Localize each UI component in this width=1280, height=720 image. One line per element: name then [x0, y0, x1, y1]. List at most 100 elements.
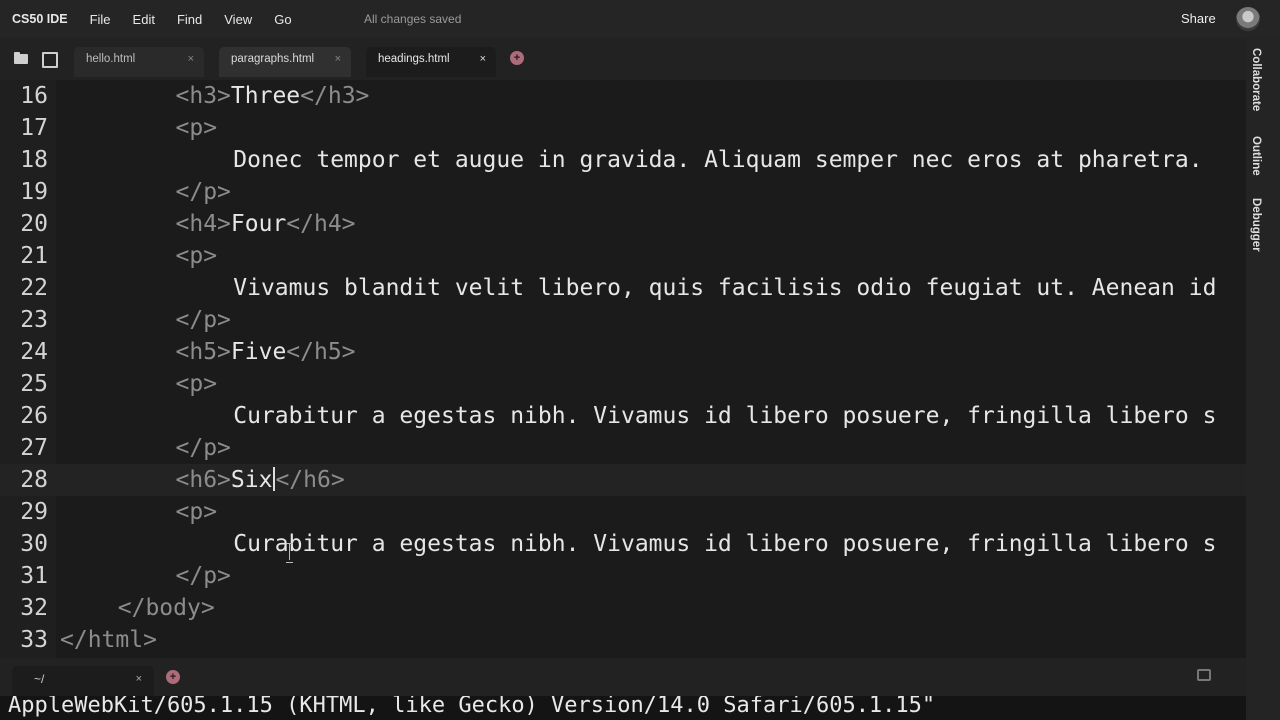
code-line[interactable]: 25 <p>: [0, 368, 1246, 400]
html-tag: <h6>: [175, 467, 231, 493]
code-content: Vivamus blandit velit libero, quis facil…: [233, 272, 1216, 304]
code-text: Four: [230, 211, 287, 237]
line-number: 24: [20, 339, 48, 365]
tab-outline[interactable]: Outline: [1250, 136, 1262, 176]
code-line[interactable]: 33 </html>: [0, 624, 1246, 656]
code-content: <h6>Six </h6>: [176, 464, 345, 496]
code-line[interactable]: 31 </p>: [0, 560, 1246, 592]
code-line[interactable]: 24 <h5>Five</h5>: [0, 336, 1246, 368]
html-tag: </h3>: [300, 83, 370, 109]
menu-go[interactable]: Go: [274, 12, 291, 27]
html-tag: </h5>: [286, 339, 356, 365]
terminal-text: AppleWebKit/605.1.15 (KHTML, like Gecko)…: [8, 696, 936, 718]
code-line[interactable]: 22 Vivamus blandit velit libero, quis fac…: [0, 272, 1246, 304]
line-number: 29: [20, 499, 48, 525]
code-text: Six: [230, 467, 273, 493]
code-line[interactable]: 19 </p>: [0, 176, 1246, 208]
code-content: Curabitur a egestas nibh. Vivamus id lib…: [233, 400, 1216, 432]
share-button[interactable]: Share: [1181, 11, 1216, 26]
html-tag: </p>: [175, 179, 231, 205]
html-tag: </html>: [60, 627, 157, 653]
code-line[interactable]: 30 Curabitur a egestas nibh. Vivamus id l…: [0, 528, 1246, 560]
code-content: </p>: [176, 176, 231, 208]
tab-collaborate[interactable]: Collaborate: [1250, 48, 1262, 111]
terminal-tab[interactable]: ~/ ×: [12, 666, 154, 696]
code-editor[interactable]: 16 <h3>Three</h3> 17 <p> 18 Donec tempor et a…: [0, 80, 1246, 658]
line-number: 19: [20, 179, 48, 205]
code-content: </p>: [176, 432, 231, 464]
line-number: 25: [20, 371, 48, 397]
editor-tab-bar: hello.html × paragraphs.html × headings.…: [0, 38, 1246, 80]
html-tag: </p>: [175, 563, 231, 589]
new-terminal-plus-icon[interactable]: +: [166, 670, 180, 684]
code-content: <p>: [176, 112, 218, 144]
terminal-tab-bar: ~/ ×: [0, 658, 1246, 696]
folder-icon[interactable]: [14, 52, 28, 64]
line-number: 17: [20, 115, 48, 141]
text-cursor-icon: [285, 543, 294, 563]
html-tag: <h3>: [175, 83, 231, 109]
menu-file[interactable]: File: [90, 12, 111, 27]
line-number: 31: [20, 563, 48, 589]
html-tag: </h6>: [275, 467, 345, 493]
tab-label: headings.html: [378, 53, 450, 65]
code-line[interactable]: 27 </p>: [0, 432, 1246, 464]
close-icon[interactable]: ×: [188, 47, 194, 71]
save-status: All changes saved: [364, 12, 462, 26]
line-number: 16: [20, 83, 48, 109]
code-line[interactable]: 29 <p>: [0, 496, 1246, 528]
code-line[interactable]: 17 <p>: [0, 112, 1246, 144]
html-tag: </body>: [117, 595, 215, 621]
html-tag: </h4>: [286, 211, 356, 237]
side-panel: Collaborate Outline Debugger: [1246, 38, 1280, 720]
code-content: </body>: [118, 592, 215, 624]
gear-icon[interactable]: [1197, 669, 1211, 681]
code-text: Vivamus blandit velit libero, quis facil…: [233, 275, 1217, 301]
tab-label: paragraphs.html: [231, 53, 315, 65]
code-line[interactable]: 20 <h4>Four</h4>: [0, 208, 1246, 240]
line-number: 27: [20, 435, 48, 461]
code-line[interactable]: 18 Donec tempor et augue in gravida. Aliq…: [0, 144, 1246, 176]
code-content: <p>: [176, 368, 218, 400]
files-icon[interactable]: [42, 52, 58, 68]
terminal-output[interactable]: AppleWebKit/605.1.15 (KHTML, like Gecko)…: [0, 696, 1246, 720]
new-tab-plus-icon[interactable]: +: [510, 51, 524, 65]
code-text: Five: [230, 339, 287, 365]
code-content: Donec tempor et augue in gravida. Aliqua…: [233, 144, 1216, 176]
close-icon[interactable]: ×: [335, 47, 341, 71]
code-text: Three: [230, 83, 301, 109]
line-number: 30: [20, 531, 48, 557]
code-line[interactable]: 28 <h6>Six </h6>: [0, 464, 1246, 496]
code-content: </p>: [176, 560, 231, 592]
code-content: <h4>Four</h4>: [176, 208, 356, 240]
close-icon[interactable]: ×: [136, 666, 142, 692]
tab-label: hello.html: [86, 53, 136, 65]
code-text: Curabitur a egestas nibh. Vivamus id lib…: [233, 403, 1217, 429]
html-tag: </p>: [175, 307, 231, 333]
html-tag: <p>: [175, 499, 218, 525]
line-number: 22: [20, 275, 48, 301]
code-line[interactable]: 21 <p>: [0, 240, 1246, 272]
html-tag: <h5>: [175, 339, 231, 365]
code-text: Curabitur a egestas nibh. Vivamus id lib…: [233, 531, 1217, 557]
tab-hello-html[interactable]: hello.html ×: [74, 47, 204, 77]
html-tag: <h4>: [175, 211, 231, 237]
code-line[interactable]: 16 <h3>Three</h3>: [0, 80, 1246, 112]
code-line[interactable]: 26 Curabitur a egestas nibh. Vivamus id l…: [0, 400, 1246, 432]
menu-find[interactable]: Find: [177, 12, 202, 27]
app-brand[interactable]: CS50 IDE: [12, 12, 68, 26]
code-content: <p>: [176, 240, 218, 272]
menu-view[interactable]: View: [224, 12, 252, 27]
tab-headings-html[interactable]: headings.html ×: [366, 47, 496, 77]
tab-paragraphs-html[interactable]: paragraphs.html ×: [219, 47, 351, 77]
avatar[interactable]: [1236, 7, 1260, 31]
tab-debugger[interactable]: Debugger: [1250, 198, 1262, 252]
line-number: 18: [20, 147, 48, 173]
code-content: </p>: [176, 304, 231, 336]
code-line[interactable]: 23 </p>: [0, 304, 1246, 336]
code-content: <p>: [176, 496, 218, 528]
menu-edit[interactable]: Edit: [133, 12, 155, 27]
line-number: 32: [20, 595, 48, 621]
code-line[interactable]: 32 </body>: [0, 592, 1246, 624]
close-icon[interactable]: ×: [480, 47, 486, 71]
